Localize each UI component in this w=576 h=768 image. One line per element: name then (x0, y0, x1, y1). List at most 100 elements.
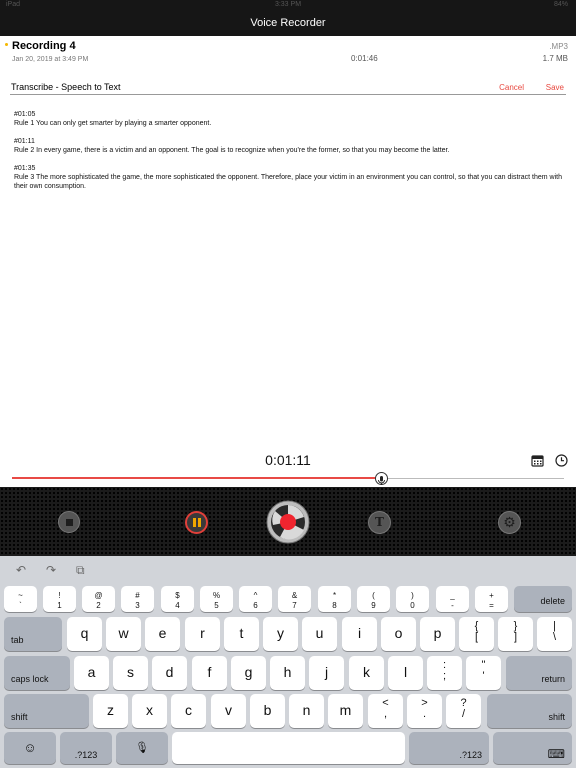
pause-button[interactable] (185, 511, 208, 534)
transcript-entry: #01:11 Rule 2 In every game, there is a … (14, 137, 564, 155)
paste-icon[interactable]: ⧉ (76, 563, 85, 578)
key-d[interactable]: d (152, 656, 187, 690)
key-comma[interactable]: <, (368, 694, 403, 728)
hide-keyboard-key[interactable]: ⌨ (493, 732, 572, 764)
key-quote[interactable]: " ' (466, 656, 501, 690)
recording-date: Jan 20, 2019 at 3:49 PM (12, 56, 89, 63)
number-toggle-left-key[interactable]: .?123 (60, 732, 112, 764)
key-f[interactable]: f (192, 656, 227, 690)
key-h[interactable]: h (270, 656, 305, 690)
key-q[interactable]: q (67, 617, 102, 651)
onscreen-keyboard: ↶ ↷ ⧉ ~ ` ! 1 @2 #3 $4 % 5 ^ 6 & 7 * 8 (9 ) 0 _… (0, 556, 576, 768)
key-4[interactable]: $4 (161, 586, 194, 612)
key-period[interactable]: >. (407, 694, 442, 728)
key-o[interactable]: o (381, 617, 416, 651)
redo-icon[interactable]: ↷ (46, 563, 56, 577)
shift-left-key[interactable]: shift (4, 694, 89, 728)
recording-format: .MP3 (549, 42, 568, 51)
transcript-entry: #01:05 Rule 1 You can only get smarter b… (14, 110, 564, 128)
return-key[interactable]: return (506, 656, 572, 690)
calendar-icon[interactable] (531, 454, 544, 467)
scrubber-thumb[interactable] (374, 472, 388, 485)
recording-duration: 0:01:46 (351, 54, 378, 63)
tab-key[interactable]: tab (4, 617, 62, 651)
key-backslash[interactable]: | \ (537, 617, 572, 651)
status-time: 3:33 PM (274, 1, 302, 8)
key-slash[interactable]: ? / (446, 694, 481, 728)
key-backtick[interactable]: ~ ` (4, 586, 37, 612)
transcribe-title: Transcribe - Speech to Text (11, 82, 121, 92)
key-5[interactable]: % 5 (200, 586, 233, 612)
key-left-brace[interactable]: {[ (459, 617, 494, 651)
key-m[interactable]: m (328, 694, 363, 728)
key-minus[interactable]: _ - (436, 586, 469, 612)
key-x[interactable]: x (132, 694, 167, 728)
playback-time: 0:01:11 (265, 452, 311, 468)
key-equals[interactable]: + = (475, 586, 508, 612)
entry-text: Rule 2 In every game, there is a victim … (14, 147, 450, 154)
status-bar: iPad 3:33 PM 84% (0, 0, 576, 10)
scrubber-progress (12, 477, 381, 479)
key-u[interactable]: u (302, 617, 337, 651)
key-0[interactable]: ) 0 (396, 586, 429, 612)
key-w[interactable]: w (106, 617, 141, 651)
entry-timestamp: #01:05 (14, 111, 36, 118)
key-r[interactable]: r (185, 617, 220, 651)
undo-icon[interactable]: ↶ (16, 563, 26, 577)
dictation-mic-key[interactable]: 🎙 (116, 732, 168, 764)
microphone-icon (377, 476, 385, 485)
key-y[interactable]: y (263, 617, 298, 651)
key-2[interactable]: @2 (82, 586, 115, 612)
space-bar[interactable] (172, 732, 405, 764)
shift-right-key[interactable]: shift (487, 694, 572, 728)
delete-key[interactable]: delete (514, 586, 572, 612)
settings-gear-icon[interactable]: ⚙ (498, 511, 521, 534)
key-g[interactable]: g (231, 656, 266, 690)
battery-percent: 84% (553, 1, 568, 8)
key-p[interactable]: p (420, 617, 455, 651)
key-e[interactable]: e (145, 617, 180, 651)
key-a[interactable]: a (74, 656, 109, 690)
app-root: iPad 3:33 PM 84% Voice Recorder Recordin… (0, 0, 576, 768)
caps-lock-key[interactable]: caps lock (4, 656, 70, 690)
transcribe-header: Transcribe - Speech to Text Cancel Save (10, 82, 566, 95)
stop-button[interactable] (58, 511, 80, 533)
entry-timestamp: #01:11 (14, 138, 35, 145)
transcript-entry: #01:35 Rule 3 The more sophisticated the… (14, 164, 564, 191)
key-t[interactable]: t (224, 617, 259, 651)
key-7[interactable]: & 7 (278, 586, 311, 612)
entry-timestamp: #01:35 (14, 165, 36, 172)
save-button[interactable]: Save (546, 83, 564, 92)
key-right-brace[interactable]: }] (498, 617, 533, 651)
transcript-text-area[interactable]: #01:05 Rule 1 You can only get smarter b… (14, 110, 564, 200)
playback-scrubber[interactable] (12, 472, 564, 485)
recording-indicator-dot (5, 43, 8, 46)
clock-icon[interactable] (555, 454, 568, 467)
emoji-key[interactable]: ☺ (4, 732, 56, 764)
key-8[interactable]: * 8 (318, 586, 351, 612)
key-i[interactable]: i (342, 617, 377, 651)
key-n[interactable]: n (289, 694, 324, 728)
key-j[interactable]: j (309, 656, 344, 690)
key-b[interactable]: b (250, 694, 285, 728)
key-k[interactable]: k (349, 656, 384, 690)
key-l[interactable]: l (388, 656, 423, 690)
key-1[interactable]: ! 1 (43, 586, 76, 612)
key-semicolon[interactable]: :; (427, 656, 462, 690)
key-6[interactable]: ^ 6 (239, 586, 272, 612)
number-toggle-right-key[interactable]: .?123 (409, 732, 489, 764)
key-z[interactable]: z (93, 694, 128, 728)
entry-text: Rule 3 The more sophisticated the game, … (14, 174, 562, 190)
key-3[interactable]: #3 (121, 586, 154, 612)
key-v[interactable]: v (211, 694, 246, 728)
key-c[interactable]: c (171, 694, 206, 728)
cancel-button[interactable]: Cancel (499, 83, 524, 92)
recording-size: 1.7 MB (542, 54, 568, 63)
transcribe-button[interactable]: T (368, 511, 391, 534)
key-s[interactable]: s (113, 656, 148, 690)
key-9[interactable]: (9 (357, 586, 390, 612)
recording-row[interactable]: Recording 4 Jan 20, 2019 at 3:49 PM 0:01… (0, 36, 576, 68)
entry-text: Rule 1 You can only get smarter by playi… (14, 120, 212, 127)
recording-name: Recording 4 (12, 40, 76, 52)
record-button[interactable] (266, 500, 310, 544)
